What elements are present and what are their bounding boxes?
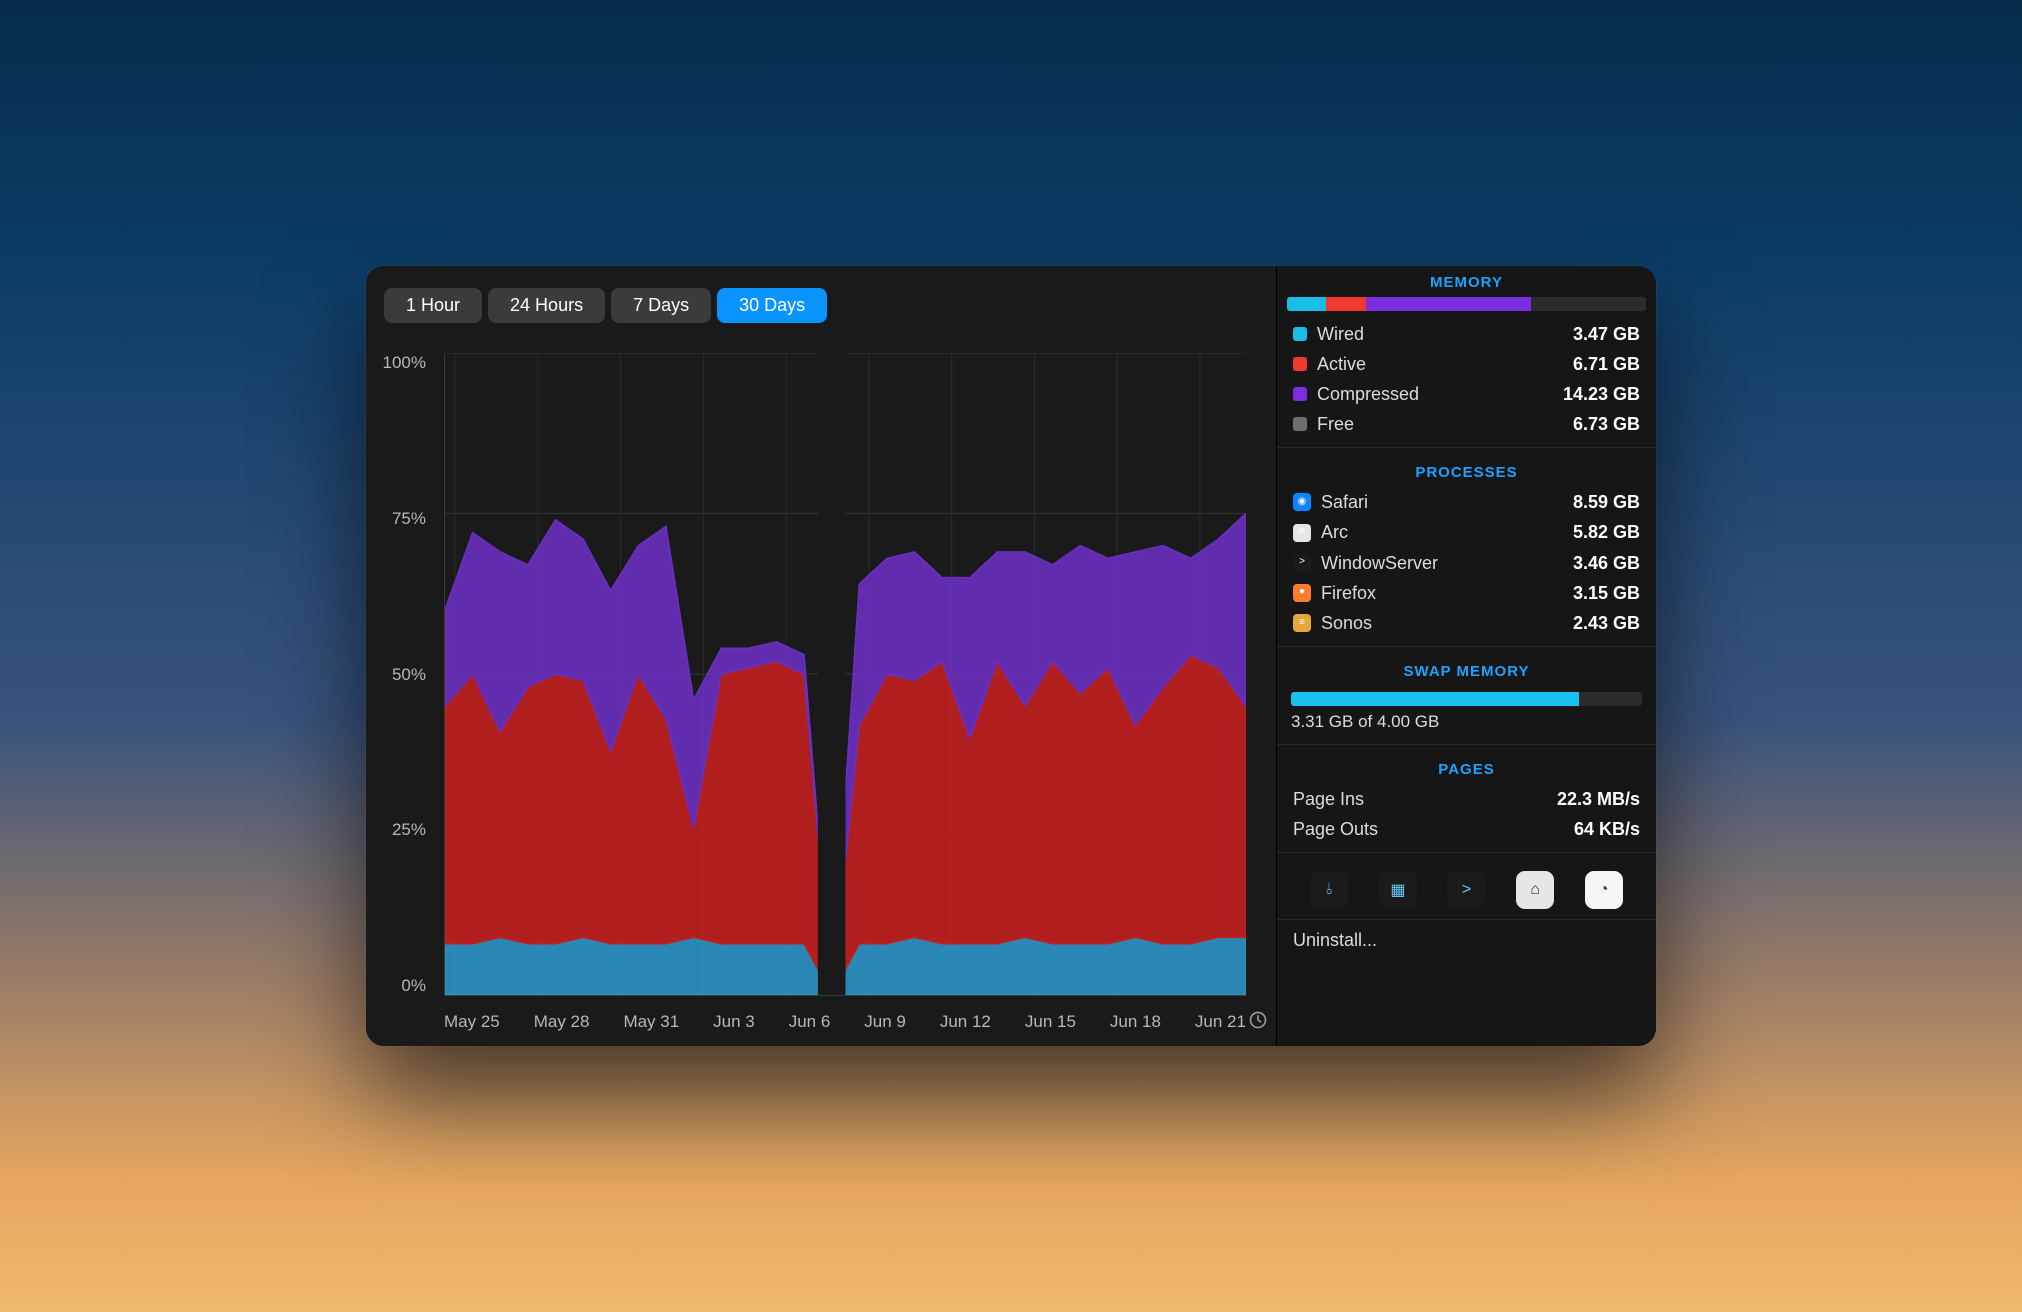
process-row[interactable]: A Arc5.82 GB: [1277, 517, 1656, 547]
dock-speedometer-icon[interactable]: ◔: [1585, 871, 1623, 909]
x-tick: Jun 12: [940, 1012, 991, 1032]
chart-plot: [444, 353, 1246, 996]
swatch-icon: [1293, 357, 1307, 371]
legend-value: 14.23 GB: [1563, 381, 1640, 407]
chart-y-axis: 100% 75% 50% 25% 0%: [366, 353, 436, 996]
legend-value: 3.47 GB: [1573, 321, 1640, 347]
legend-value: 6.73 GB: [1573, 411, 1640, 437]
chart-x-axis: May 25 May 28 May 31 Jun 3 Jun 6 Jun 9 Jun 12 J…: [444, 1012, 1246, 1032]
x-tick: May 25: [444, 1012, 500, 1032]
legend-label: Active: [1317, 351, 1573, 377]
process-value: 3.15 GB: [1573, 580, 1640, 606]
memory-legend-row: Free6.73 GB: [1277, 409, 1656, 439]
x-tick: May 31: [623, 1012, 679, 1032]
process-label: Arc: [1321, 519, 1573, 545]
memory-bar: [1287, 297, 1646, 311]
dock-cleanup-icon[interactable]: ⌂: [1516, 871, 1554, 909]
y-tick: 100%: [366, 353, 426, 373]
page-row: Page Outs64 KB/s: [1277, 814, 1656, 844]
x-tick: May 28: [534, 1012, 590, 1032]
processes-section-title: PROCESSES: [1277, 456, 1656, 487]
swatch-icon: [1293, 327, 1307, 341]
legend-label: Free: [1317, 411, 1573, 437]
sidebar: MEMORY Wired3.47 GBActive6.71 GBCompress…: [1276, 266, 1656, 1046]
app-icon: A: [1293, 524, 1311, 542]
process-label: Sonos: [1321, 610, 1573, 636]
memory-bar-segment: [1287, 297, 1326, 311]
app-icon: >: [1293, 554, 1311, 572]
swap-bar: [1291, 692, 1642, 706]
y-tick: 50%: [366, 665, 426, 685]
x-tick: Jun 6: [789, 1012, 831, 1032]
process-row[interactable]: ◉ Safari8.59 GB: [1277, 487, 1656, 517]
dock-terminal-icon[interactable]: >: [1447, 871, 1485, 909]
swap-section-title: SWAP MEMORY: [1277, 655, 1656, 686]
memory-legend-row: Wired3.47 GB: [1277, 319, 1656, 349]
x-tick: Jun 15: [1025, 1012, 1076, 1032]
y-tick: 75%: [366, 509, 426, 529]
tab-7-days[interactable]: 7 Days: [611, 288, 711, 323]
swap-bar-container: 3.31 GB of 4.00 GB: [1291, 692, 1642, 732]
x-tick: Jun 18: [1110, 1012, 1161, 1032]
x-tick: Jun 9: [864, 1012, 906, 1032]
dock-activity-monitor-icon[interactable]: ⫰: [1310, 871, 1348, 909]
time-range-tabs: 1 Hour24 Hours7 Days30 Days: [366, 266, 1276, 331]
app-window: 1 Hour24 Hours7 Days30 Days 100% 75% 50% 25…: [366, 266, 1656, 1046]
page-label: Page Outs: [1293, 816, 1574, 842]
x-tick: Jun 21: [1195, 1012, 1246, 1032]
memory-bar-segment: [1531, 297, 1646, 311]
page-row: Page Ins22.3 MB/s: [1277, 784, 1656, 814]
pages-section-title: PAGES: [1277, 753, 1656, 784]
memory-legend-row: Active6.71 GB: [1277, 349, 1656, 379]
dock-console-icon[interactable]: ▦: [1379, 871, 1417, 909]
dock-row: ⫰ ▦ > ⌂ ◔: [1277, 861, 1656, 919]
process-label: Safari: [1321, 489, 1573, 515]
memory-legend-row: Compressed14.23 GB: [1277, 379, 1656, 409]
memory-bar-segment: [1326, 297, 1365, 311]
legend-value: 6.71 GB: [1573, 351, 1640, 377]
app-icon: ◉: [1293, 493, 1311, 511]
process-value: 8.59 GB: [1573, 489, 1640, 515]
process-value: 5.82 GB: [1573, 519, 1640, 545]
process-value: 2.43 GB: [1573, 610, 1640, 636]
process-row[interactable]: ≡ Sonos2.43 GB: [1277, 608, 1656, 638]
uninstall-button[interactable]: Uninstall...: [1277, 919, 1656, 961]
process-label: Firefox: [1321, 580, 1573, 606]
main-panel: 1 Hour24 Hours7 Days30 Days 100% 75% 50% 25…: [366, 266, 1276, 1046]
y-tick: 0%: [366, 976, 426, 996]
process-label: WindowServer: [1321, 550, 1573, 576]
tab-30-days[interactable]: 30 Days: [717, 288, 827, 323]
legend-label: Wired: [1317, 321, 1573, 347]
clock-icon[interactable]: [1248, 1010, 1268, 1030]
y-tick: 25%: [366, 820, 426, 840]
page-value: 64 KB/s: [1574, 816, 1640, 842]
x-tick: Jun 3: [713, 1012, 755, 1032]
process-row[interactable]: ● Firefox3.15 GB: [1277, 578, 1656, 608]
process-value: 3.46 GB: [1573, 550, 1640, 576]
memory-section-title: MEMORY: [1277, 266, 1656, 297]
app-icon: ●: [1293, 584, 1311, 602]
memory-chart: 100% 75% 50% 25% 0% May 25 May 28 May 31 Jun 3 J…: [366, 331, 1276, 1046]
memory-bar-segment: [1366, 297, 1531, 311]
tab-1-hour[interactable]: 1 Hour: [384, 288, 482, 323]
app-icon: ≡: [1293, 614, 1311, 632]
tab-24-hours[interactable]: 24 Hours: [488, 288, 605, 323]
process-row[interactable]: > WindowServer3.46 GB: [1277, 548, 1656, 578]
swap-text: 3.31 GB of 4.00 GB: [1291, 712, 1642, 732]
page-label: Page Ins: [1293, 786, 1557, 812]
legend-label: Compressed: [1317, 381, 1563, 407]
swatch-icon: [1293, 417, 1307, 431]
page-value: 22.3 MB/s: [1557, 786, 1640, 812]
swatch-icon: [1293, 387, 1307, 401]
